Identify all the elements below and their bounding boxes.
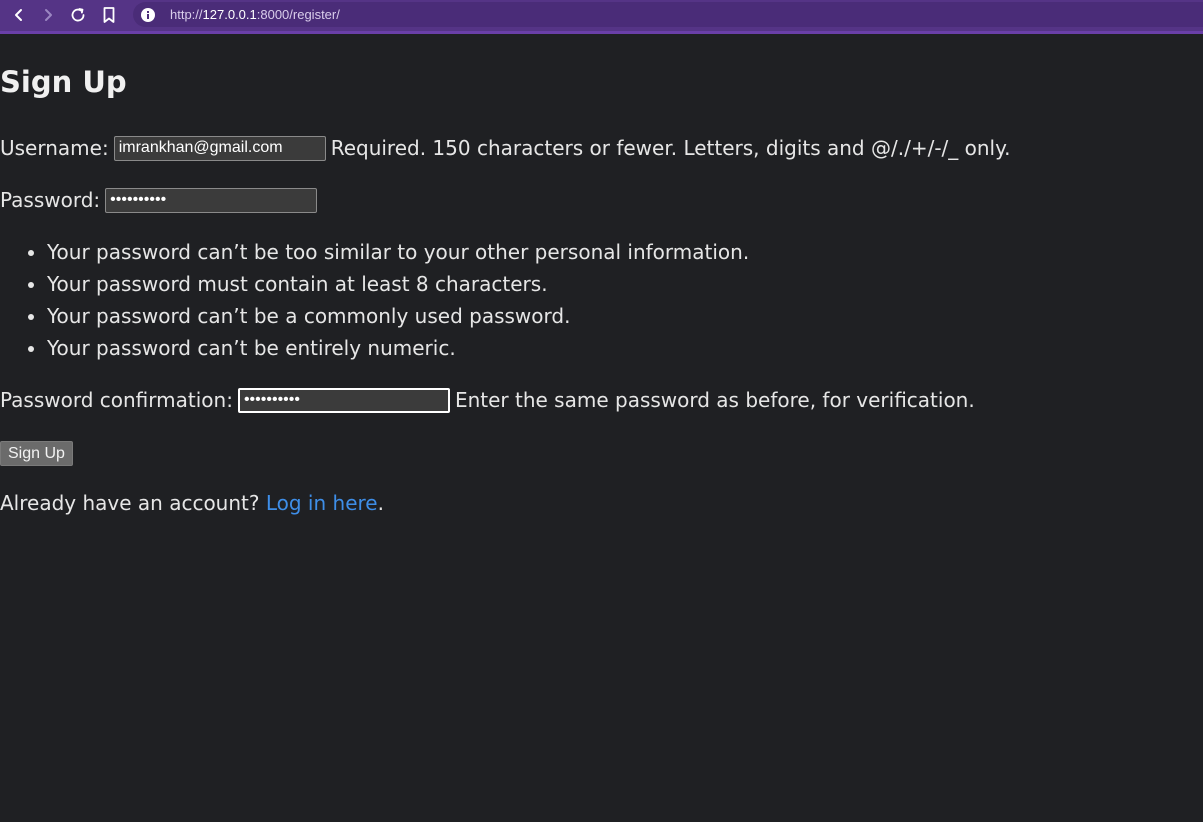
password-rule: Your password can’t be entirely numeric. xyxy=(47,332,749,364)
url-text: http://127.0.0.1:8000/register/ xyxy=(170,7,340,22)
login-link[interactable]: Log in here xyxy=(266,491,378,515)
username-input[interactable] xyxy=(113,135,326,161)
password-rules-list: Your password can’t be too similar to yo… xyxy=(0,236,749,364)
reload-button[interactable] xyxy=(66,3,90,27)
reload-icon xyxy=(71,8,85,22)
username-help-text: Required. 150 characters or fewer. Lette… xyxy=(330,136,1011,160)
browser-toolbar: http://127.0.0.1:8000/register/ xyxy=(0,0,1203,34)
page-content: Sign Up Username: Required. 150 characte… xyxy=(0,34,1203,822)
chevron-left-icon xyxy=(15,9,22,21)
info-icon[interactable] xyxy=(140,7,156,23)
password-rule: Your password must contain at least 8 ch… xyxy=(47,268,749,300)
sign-up-button[interactable]: Sign Up xyxy=(0,441,73,466)
url-path: :8000/register/ xyxy=(256,7,340,22)
password-confirmation-row: Password confirmation: Enter the same pa… xyxy=(0,387,975,413)
login-prompt-text: Already have an account? xyxy=(0,491,260,515)
password-confirmation-label: Password confirmation: xyxy=(0,388,233,412)
chevron-right-icon xyxy=(45,9,52,21)
page-title: Sign Up xyxy=(0,65,127,99)
password-confirmation-help-text: Enter the same password as before, for v… xyxy=(454,388,975,412)
url-scheme: http:// xyxy=(170,7,203,22)
forward-button[interactable] xyxy=(36,3,60,27)
password-rule: Your password can’t be a commonly used p… xyxy=(47,300,749,332)
bookmark-button[interactable] xyxy=(97,3,121,27)
login-suffix: . xyxy=(377,491,384,515)
password-row: Password: xyxy=(0,187,322,213)
password-label: Password: xyxy=(0,188,101,212)
back-button[interactable] xyxy=(7,3,31,27)
username-row: Username: Required. 150 characters or fe… xyxy=(0,135,1010,161)
bookmark-icon xyxy=(103,7,115,23)
address-bar[interactable]: http://127.0.0.1:8000/register/ xyxy=(133,2,1203,27)
password-input[interactable] xyxy=(105,187,318,213)
url-host: 127.0.0.1 xyxy=(202,7,257,22)
login-prompt: Already have an account? Log in here. xyxy=(0,490,384,516)
password-confirmation-input[interactable] xyxy=(237,387,450,413)
password-rule: Your password can’t be too similar to yo… xyxy=(47,236,749,268)
username-label: Username: xyxy=(0,136,109,160)
